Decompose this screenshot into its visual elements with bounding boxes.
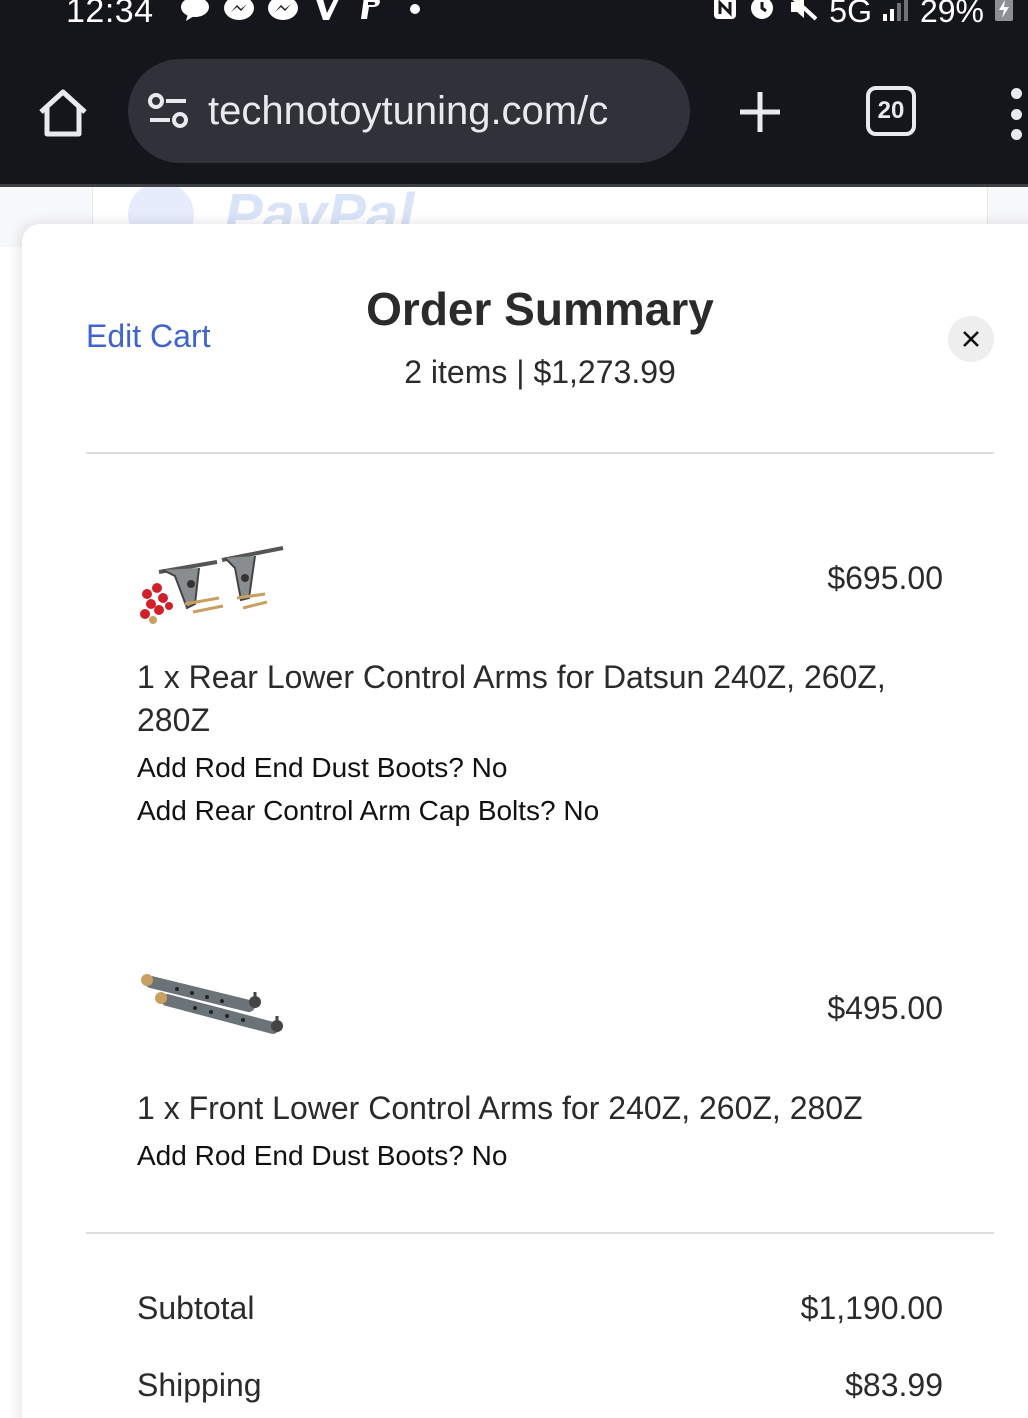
venmo-icon [310,0,344,22]
edit-cart-link[interactable]: Edit Cart [86,318,210,355]
address-bar[interactable]: technotoytuning.com/c [128,59,690,163]
sheet-subtitle: 2 items | $1,273.99 [404,354,676,390]
shipping-label: Shipping [137,1367,262,1403]
browser-toolbar: technotoytuning.com/c 20 [0,44,1028,187]
tab-switcher-button[interactable]: 20 [866,86,916,136]
nfc-icon [713,0,737,30]
alarm-icon [747,0,777,30]
close-icon [963,331,979,347]
messenger-icon [222,0,256,22]
status-time: 12:34 [66,0,154,30]
paypal-icon [354,0,388,22]
item-title: 1 x Rear Lower Control Arms for Datsun 2… [137,659,886,738]
status-bar: 12:34 5G 29% [0,0,1028,44]
item-option: Add Rod End Dust Boots? No [137,752,508,783]
home-icon [39,89,87,137]
messenger-icon [266,0,300,22]
notification-icons [178,0,432,22]
subtotal-label: Subtotal [137,1290,255,1326]
new-tab-icon [740,92,780,132]
system-status: 5G 29% [713,0,1014,30]
item-title: 1 x Front Lower Control Arms for 240Z, 2… [137,1090,863,1126]
rear-control-arms-thumbnail [137,540,287,640]
subtotal-value: $1,190.00 [800,1290,943,1326]
item-option: Add Rod End Dust Boots? No [137,1140,508,1171]
new-tab-button[interactable] [732,84,788,140]
site-settings-icon[interactable] [146,89,190,133]
home-button[interactable] [34,84,92,142]
menu-icon[interactable] [1004,84,1028,144]
divider [86,1232,994,1234]
network-label: 5G [829,0,872,29]
divider [86,452,994,454]
signal-icon [882,0,910,30]
item-price: $695.00 [827,560,943,596]
cart-item: $495.00 1 x Front Lower Control Arms for… [137,970,943,1171]
shipping-value: $83.99 [845,1367,943,1403]
mute-icon [787,0,819,30]
item-price: $495.00 [827,990,943,1026]
url-text[interactable]: technotoytuning.com/c [208,89,608,134]
chat-bubble-icon [178,0,212,22]
dot-icon [398,0,432,22]
order-summary-sheet: Order Summary 2 items | $1,273.99 Edit C… [22,224,1028,1418]
battery-charging-icon [994,0,1014,30]
cart-item: $695.00 1 x Rear Lower Control Arms for … [137,540,943,840]
battery-label: 29% [919,0,984,29]
front-control-arms-thumbnail [137,970,287,1070]
close-button[interactable] [948,316,994,362]
item-option: Add Rear Control Arm Cap Bolts? No [137,795,600,826]
